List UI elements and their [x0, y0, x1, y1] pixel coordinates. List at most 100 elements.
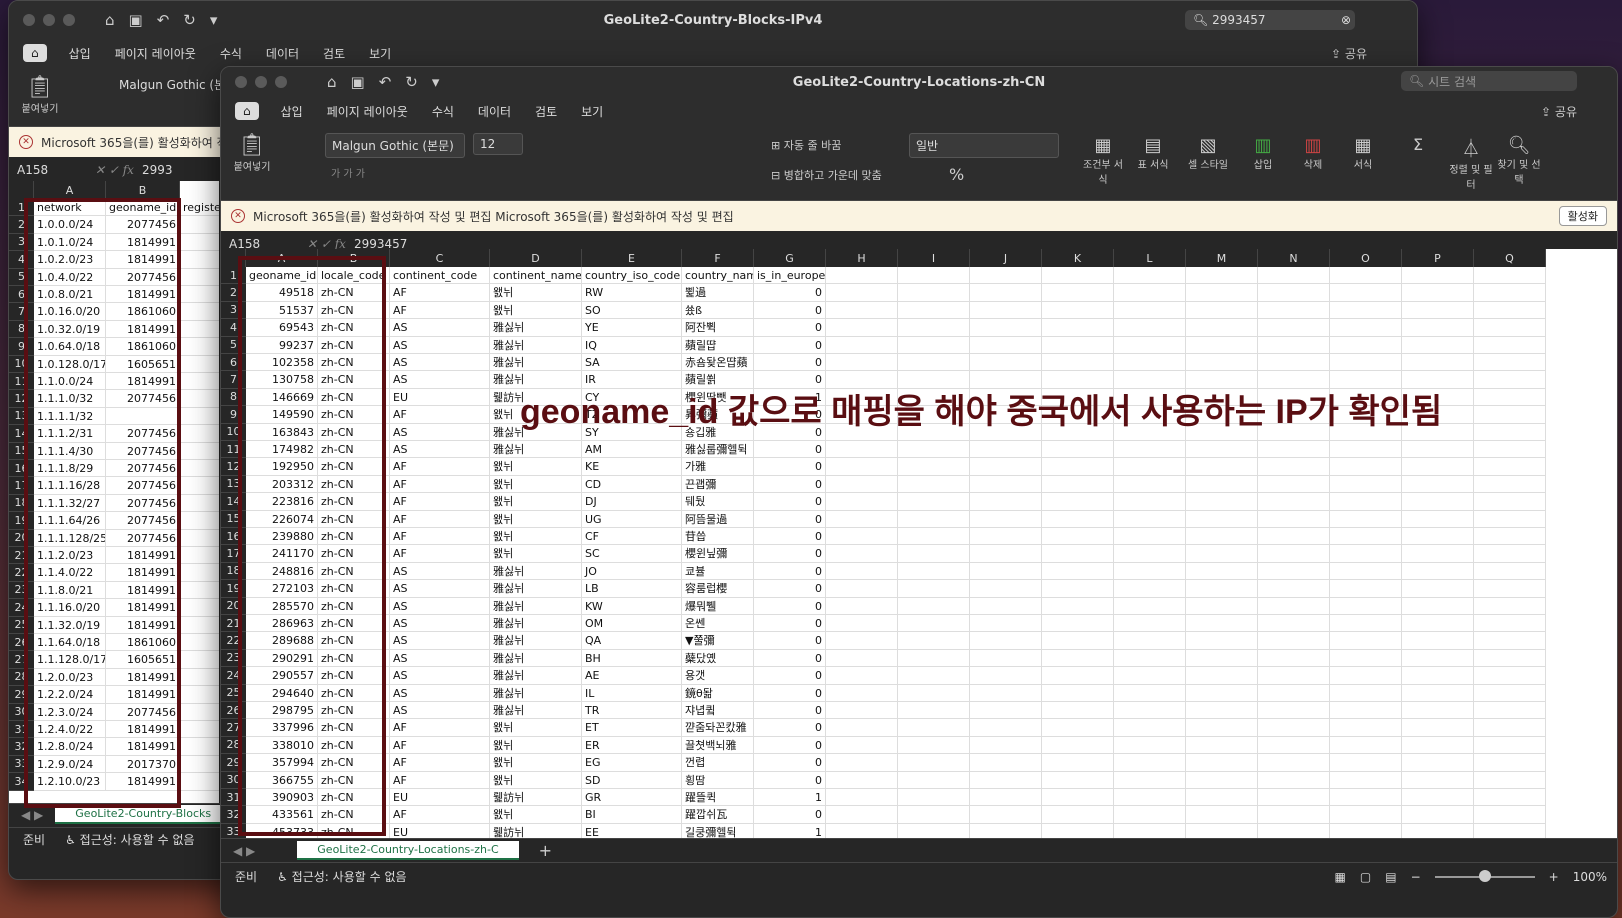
tab-review[interactable]: 검토	[523, 99, 569, 124]
empty-cell[interactable]	[180, 234, 219, 252]
data-cell[interactable]: YE	[582, 319, 682, 337]
minimize-button[interactable]	[43, 14, 55, 26]
data-cell[interactable]: IQ	[582, 336, 682, 354]
row-header[interactable]: 14	[9, 425, 34, 443]
data-cell[interactable]: 163843	[246, 423, 318, 441]
data-cell[interactable]: 0	[754, 684, 826, 702]
empty-cell[interactable]	[826, 736, 898, 755]
empty-cell[interactable]	[1258, 562, 1330, 581]
data-cell[interactable]: 203312	[246, 475, 318, 494]
header-cell[interactable]: continent_name	[490, 267, 582, 285]
empty-cell[interactable]	[1330, 284, 1402, 302]
empty-cell[interactable]	[1402, 528, 1474, 546]
network-cell[interactable]: 1.2.8.0/24	[34, 738, 106, 756]
empty-cell[interactable]	[970, 493, 1042, 511]
empty-cell[interactable]	[970, 702, 1042, 720]
undo-icon[interactable]: ↶	[157, 11, 170, 29]
geoname-id-cell[interactable]: 1814991	[106, 233, 180, 252]
data-cell[interactable]: AF	[390, 771, 490, 789]
network-cell[interactable]: 1.1.32.0/19	[34, 616, 106, 634]
row-header[interactable]: 4	[221, 319, 246, 337]
tab-view[interactable]: 보기	[357, 41, 403, 66]
tab-home[interactable]: ⌂	[235, 102, 259, 120]
empty-cell[interactable]	[1258, 771, 1330, 789]
empty-cell[interactable]	[970, 597, 1042, 615]
header-cell[interactable]: continent_code	[390, 267, 490, 285]
data-cell[interactable]: 雅싫뉘	[490, 580, 582, 598]
geoname-id-cell[interactable]: 2077456	[106, 425, 180, 443]
empty-cell[interactable]	[898, 597, 970, 615]
data-cell[interactable]: 0	[754, 771, 826, 789]
data-cell[interactable]: SD	[582, 771, 682, 789]
front-sheet-grid[interactable]: A B C D E F G H I J K L M N O P Q 1 geoname_id locale_code c…	[221, 249, 1617, 839]
data-cell[interactable]: 용갯	[682, 667, 754, 685]
empty-cell[interactable]	[1114, 301, 1186, 320]
data-cell[interactable]: 290557	[246, 667, 318, 685]
empty-cell[interactable]	[826, 475, 898, 494]
empty-cell[interactable]	[1474, 615, 1546, 633]
data-cell[interactable]: 0	[754, 510, 826, 528]
geoname-id-cell[interactable]: 1814991	[106, 564, 180, 582]
column-header[interactable]: G	[754, 249, 826, 267]
empty-cell[interactable]	[1402, 284, 1474, 302]
tab-insert[interactable]: 삽입	[57, 41, 103, 66]
data-cell[interactable]: 337996	[246, 719, 318, 737]
network-cell[interactable]: 1.0.2.0/23	[34, 251, 106, 269]
row-header[interactable]: 32	[9, 738, 34, 756]
data-cell[interactable]: ▼쭐彌	[682, 632, 754, 650]
row-header[interactable]: 5	[221, 336, 246, 354]
network-cell[interactable]: 1.0.0.0/24	[34, 216, 106, 234]
empty-cell[interactable]	[1474, 736, 1546, 755]
empty-cell[interactable]	[1258, 301, 1330, 320]
number-format-select[interactable]: 일반	[909, 133, 1059, 158]
empty-cell[interactable]	[1402, 458, 1474, 476]
empty-cell[interactable]	[180, 547, 219, 565]
empty-cell[interactable]	[1474, 806, 1546, 824]
data-cell[interactable]: 0	[754, 545, 826, 563]
empty-cell[interactable]	[826, 615, 898, 633]
data-cell[interactable]: 蘋릴땹	[682, 336, 754, 354]
empty-cell[interactable]	[180, 460, 219, 478]
data-cell[interactable]: zh-CN	[318, 406, 390, 424]
back-sheet-grid[interactable]: AB1networkgeoname_idregister21.0.0.0/242…	[9, 181, 219, 806]
data-cell[interactable]: 0	[754, 580, 826, 598]
tab-page-layout[interactable]: 페이지 레이아웃	[103, 41, 208, 66]
data-cell[interactable]: AF	[390, 301, 490, 320]
empty-cell[interactable]	[1186, 615, 1258, 633]
data-cell[interactable]: OM	[582, 615, 682, 633]
geoname-id-cell[interactable]: 2077456	[106, 529, 180, 547]
geoname-id-cell[interactable]: 2077456	[106, 460, 180, 478]
data-cell[interactable]: 왨뉘	[490, 475, 582, 494]
empty-cell[interactable]	[1042, 632, 1114, 650]
network-cell[interactable]: 1.1.128.0/17	[34, 651, 106, 669]
row-header[interactable]: 28	[9, 668, 34, 687]
empty-cell[interactable]	[1402, 354, 1474, 372]
empty-cell[interactable]	[1330, 580, 1402, 598]
network-cell[interactable]: 1.1.2.0/23	[34, 547, 106, 565]
empty-cell[interactable]	[1114, 475, 1186, 494]
empty-cell[interactable]	[1402, 789, 1474, 807]
empty-cell[interactable]	[180, 756, 219, 774]
data-cell[interactable]: zh-CN	[318, 562, 390, 581]
data-cell[interactable]: AS	[390, 649, 490, 668]
empty-cell[interactable]	[970, 736, 1042, 755]
data-cell[interactable]: 174982	[246, 441, 318, 459]
empty-cell[interactable]	[1402, 736, 1474, 755]
conditional-format-button[interactable]: ▦ 조건부 서식	[1081, 135, 1125, 186]
data-cell[interactable]: 223816	[246, 493, 318, 511]
zoom-in-icon[interactable]: +	[1549, 870, 1559, 884]
data-cell[interactable]: AS	[390, 632, 490, 650]
empty-cell[interactable]	[898, 267, 970, 285]
empty-cell[interactable]	[970, 684, 1042, 702]
empty-cell[interactable]	[1186, 528, 1258, 546]
empty-cell[interactable]	[180, 738, 219, 756]
empty-cell[interactable]	[1186, 319, 1258, 337]
column-header[interactable]: A	[246, 249, 318, 267]
header-cell[interactable]: geoname_id	[106, 199, 180, 217]
font-size-select[interactable]: 12	[473, 133, 523, 155]
row-header[interactable]: 11	[221, 441, 246, 459]
row-header[interactable]: 29	[221, 754, 246, 772]
geoname-id-cell[interactable]: 1814991	[106, 616, 180, 634]
empty-cell[interactable]	[970, 336, 1042, 354]
data-cell[interactable]: EU	[390, 789, 490, 807]
